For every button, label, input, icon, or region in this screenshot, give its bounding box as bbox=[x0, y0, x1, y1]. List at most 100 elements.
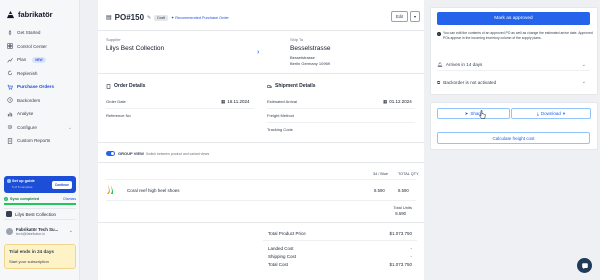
sync-label: Sync completed bbox=[10, 196, 40, 201]
chart-icon bbox=[7, 57, 13, 63]
status-badge: Draft bbox=[154, 14, 169, 21]
backorder-row[interactable]: ⧉ Backorder is not activated ⌄ bbox=[437, 76, 590, 88]
trial-title: Trial ends in 24 days bbox=[9, 249, 54, 254]
app-logo[interactable]: fabrikatör bbox=[6, 10, 53, 19]
divider bbox=[98, 142, 424, 143]
mark-as-approved-button[interactable]: Mark as approved bbox=[437, 12, 590, 25]
landed-cost-label: Landed Cost bbox=[268, 246, 294, 251]
supplier-name[interactable]: Lilys Best Collection bbox=[106, 45, 164, 52]
ship-address-line: Besselstrasse bbox=[290, 55, 315, 60]
calendar-icon: ▦ bbox=[383, 98, 388, 104]
arrow-right-icon: › bbox=[257, 49, 260, 56]
estimated-arrival-value[interactable]: ▦ 01.12.2024 bbox=[383, 99, 412, 105]
setup-guide-subtitle: 5 of 5 complete bbox=[12, 185, 33, 189]
recommended-tag: ✦ Recommended Purchase Order bbox=[171, 15, 229, 21]
sidebar-item-backorders[interactable]: Backorders bbox=[4, 94, 76, 108]
sidebar-item-configure[interactable]: Configure ⌄ bbox=[4, 121, 76, 135]
divider bbox=[98, 73, 424, 74]
share-button[interactable]: ➤ Share bbox=[437, 108, 510, 119]
sidebar-item-get-started[interactable]: Get Started bbox=[4, 26, 76, 40]
group-view-toggle[interactable] bbox=[106, 151, 115, 156]
po-header: ▤ PO#150 ✎ Draft ✦ Recommended Purchase … bbox=[106, 13, 229, 22]
shipment-details-title: Shipment Details bbox=[267, 83, 316, 89]
chevron-down-icon: ⌄ bbox=[68, 228, 73, 234]
sidebar-item-plan[interactable]: Plan NEW bbox=[4, 53, 76, 67]
sidebar-item-purchase-orders[interactable]: Purchase Orders bbox=[4, 80, 76, 94]
start-subscription-link[interactable]: Start your subscription bbox=[9, 259, 49, 264]
edit-button[interactable]: Edit bbox=[391, 11, 408, 22]
clock-icon bbox=[7, 97, 13, 103]
company-switcher[interactable]: Lilys Best Collection bbox=[4, 208, 76, 220]
sidebar-item-label: Purchase Orders bbox=[17, 84, 55, 90]
sidebar-item-label: Plan bbox=[17, 57, 27, 63]
chevron-down-icon[interactable]: ⌄ bbox=[68, 125, 72, 131]
chevron-down-icon: ⌄ bbox=[581, 61, 586, 68]
user-menu[interactable]: Fabrikatör Tech Su... tech@fabrikator.io… bbox=[4, 222, 76, 240]
sidebar-item-label: Control Center bbox=[17, 43, 47, 49]
group-view-description: Switch between product and variant views bbox=[146, 151, 210, 156]
divider bbox=[106, 179, 416, 180]
order-date-value[interactable]: ▦ 16.11.2024 bbox=[221, 99, 249, 105]
sidebar-item-control-center[interactable]: Control Center bbox=[4, 40, 76, 54]
divider bbox=[106, 200, 416, 201]
calculate-freight-cost-button[interactable]: Calculate freight cost bbox=[437, 132, 590, 144]
cart-icon bbox=[7, 84, 13, 90]
sync-status: ✓ Sync completed Dismiss bbox=[4, 195, 76, 202]
approval-info-text: You can edit the contents of an approved… bbox=[443, 31, 593, 41]
grid-icon bbox=[7, 43, 13, 49]
edit-more-button[interactable]: ▾ bbox=[410, 11, 420, 22]
avatar bbox=[6, 227, 13, 235]
total-cost-value: $1.073.750 bbox=[389, 262, 412, 267]
divider bbox=[267, 108, 415, 109]
bell-icon: 🔔︎ bbox=[437, 61, 443, 67]
dismiss-link[interactable]: Dismiss bbox=[63, 197, 76, 201]
rocket-icon bbox=[8, 29, 12, 35]
variant-qty[interactable]: 8.590 bbox=[374, 188, 385, 193]
column-header-variant: 34 / Blue bbox=[373, 172, 388, 176]
sidebar-item-label: Custom Reports bbox=[17, 138, 51, 144]
sidebar: fabrikatör Get Started Control Center Pl… bbox=[0, 0, 80, 280]
chat-icon bbox=[581, 262, 588, 269]
sidebar-item-label: Backorders bbox=[17, 97, 41, 103]
estimated-arrival-label: Estimated Arrival bbox=[267, 99, 298, 104]
ship-to-name[interactable]: Besselstrasse bbox=[290, 45, 330, 52]
setup-guide-title: Set up guide bbox=[12, 179, 35, 183]
send-icon: ➤ bbox=[464, 110, 469, 116]
download-button[interactable]: ⤓ Download ▾ bbox=[511, 108, 591, 119]
column-header-total-qty: TOTAL QTY bbox=[398, 172, 419, 176]
group-view-label: GROUP VIEW bbox=[118, 151, 144, 156]
pencil-icon[interactable]: ✎ bbox=[147, 15, 151, 21]
truck-icon bbox=[267, 84, 272, 88]
calendar-icon: ▦ bbox=[221, 98, 226, 104]
continue-button[interactable]: Continue bbox=[51, 180, 72, 189]
divider bbox=[106, 108, 254, 109]
total-product-price-value: $1.073.750 bbox=[389, 231, 412, 236]
chat-button[interactable] bbox=[577, 258, 592, 273]
backorder-label: Backorder is not activated bbox=[443, 79, 497, 85]
recommended-tag-label: Recommended Purchase Order bbox=[175, 15, 229, 20]
order-date-text: 16.11.2024 bbox=[227, 99, 250, 104]
logo-icon bbox=[6, 10, 15, 19]
tracking-code-label: Tracking Code bbox=[267, 127, 293, 132]
arrives-row[interactable]: 🔔︎ Arrives in 14 days ⌄ bbox=[437, 59, 590, 71]
product-name[interactable]: Coral reef high heel shoes bbox=[127, 188, 180, 193]
total-cost-label: Total Cost bbox=[268, 262, 289, 267]
total-product-price-label: Total Product Price bbox=[268, 231, 306, 236]
user-name: Fabrikatör Tech Su... bbox=[16, 226, 59, 232]
chevron-down-icon: ▾ bbox=[562, 110, 566, 116]
box-icon: ⧉ bbox=[437, 79, 441, 85]
chevron-down-icon: ⌄ bbox=[581, 79, 586, 85]
shipping-cost-label: Shipping Cost bbox=[268, 254, 297, 259]
sidebar-item-replenish[interactable]: Replenish bbox=[4, 67, 76, 81]
shipping-cost-value: - bbox=[410, 254, 413, 259]
divider bbox=[98, 222, 424, 223]
sidebar-item-analyse[interactable]: Analyse bbox=[4, 107, 76, 121]
company-name: Lilys Best Collection bbox=[15, 211, 57, 217]
company-avatar bbox=[6, 211, 12, 217]
order-details-title: Order Details bbox=[106, 83, 145, 89]
setup-guide-card[interactable]: Set up guide 5 of 5 complete Continue bbox=[4, 176, 76, 193]
sidebar-item-custom-reports[interactable]: Custom Reports bbox=[4, 134, 76, 148]
report-icon bbox=[7, 138, 13, 144]
refresh-icon bbox=[7, 70, 13, 76]
trial-card: Trial ends in 24 days Start your subscri… bbox=[4, 244, 76, 269]
